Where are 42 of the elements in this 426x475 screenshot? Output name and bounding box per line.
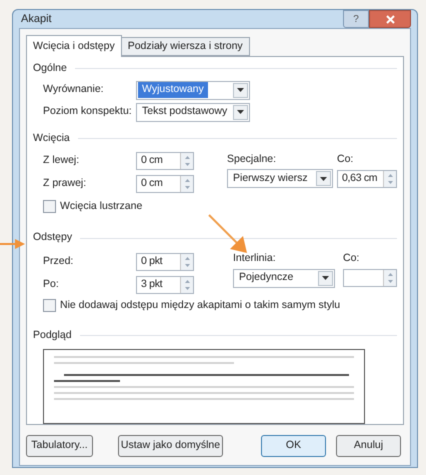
spin-field[interactable]: 0 cm xyxy=(136,152,194,170)
dropdown-field[interactable]: Pierwszy wiersz xyxy=(227,169,333,188)
field-label: Co: xyxy=(343,251,360,266)
field-label: Po: xyxy=(43,277,60,292)
dialog-button[interactable]: Ustaw jako domyślne xyxy=(118,434,223,456)
field-label: Z lewej: xyxy=(43,152,80,168)
spin-field[interactable]: 0 cm xyxy=(136,174,194,192)
field-label: Poziom konspektu: xyxy=(43,104,133,120)
section-heading: Ogólne xyxy=(33,61,67,76)
field-value: 0 cm xyxy=(141,152,163,168)
field-label: Interlinia: xyxy=(233,251,277,266)
section-heading: Odstępy xyxy=(33,230,72,246)
dropdown-value: Tekst podstawowy xyxy=(141,104,228,120)
help-button[interactable]: ? xyxy=(343,10,369,28)
checkbox-label: Nie dodawaj odstępu między akapitami o takim samym stylu xyxy=(60,298,340,313)
dialog-button[interactable]: Anuluj xyxy=(336,434,401,456)
dialog-button[interactable]: Tabulatory... xyxy=(26,434,93,456)
dropdown-field[interactable]: Pojedyncze xyxy=(233,268,335,288)
field-label: Co: xyxy=(337,152,354,166)
dropdown-value: Pierwszy wiersz xyxy=(232,170,309,186)
field-value: 3 pkt xyxy=(141,277,162,292)
field-label: Przed: xyxy=(43,254,74,270)
dropdown-field[interactable]: Wyjustowany xyxy=(136,80,250,100)
field-label: Wyrównanie: xyxy=(43,82,105,98)
dropdown-field[interactable]: Tekst podstawowy xyxy=(136,102,250,122)
field-value: 0 cm xyxy=(141,176,163,191)
window-title: Akapit xyxy=(21,12,52,27)
spin-field[interactable]: 3 pkt xyxy=(136,276,194,294)
spin-field[interactable]: 0,63 cm xyxy=(337,170,397,188)
field-value: 0,63 cm xyxy=(342,170,378,186)
field-label: Specjalne: xyxy=(227,152,278,166)
dialog-button[interactable]: OK xyxy=(261,434,326,456)
section-heading: Wcięcia xyxy=(33,130,70,146)
checkbox-label: Wcięcia lustrzane xyxy=(60,198,142,214)
dropdown-value: Pojedyncze xyxy=(238,270,294,286)
section-heading: Podgląd xyxy=(33,328,72,343)
tab[interactable]: Wcięcia i odstępy xyxy=(26,35,122,57)
field-label: Z prawej: xyxy=(43,176,88,191)
spin-field[interactable]: 0 pkt xyxy=(136,253,194,271)
tab[interactable]: Podziały wiersza i strony xyxy=(122,37,250,56)
field-value: 0 pkt xyxy=(141,254,162,270)
dropdown-value: Wyjustowany xyxy=(138,82,208,98)
